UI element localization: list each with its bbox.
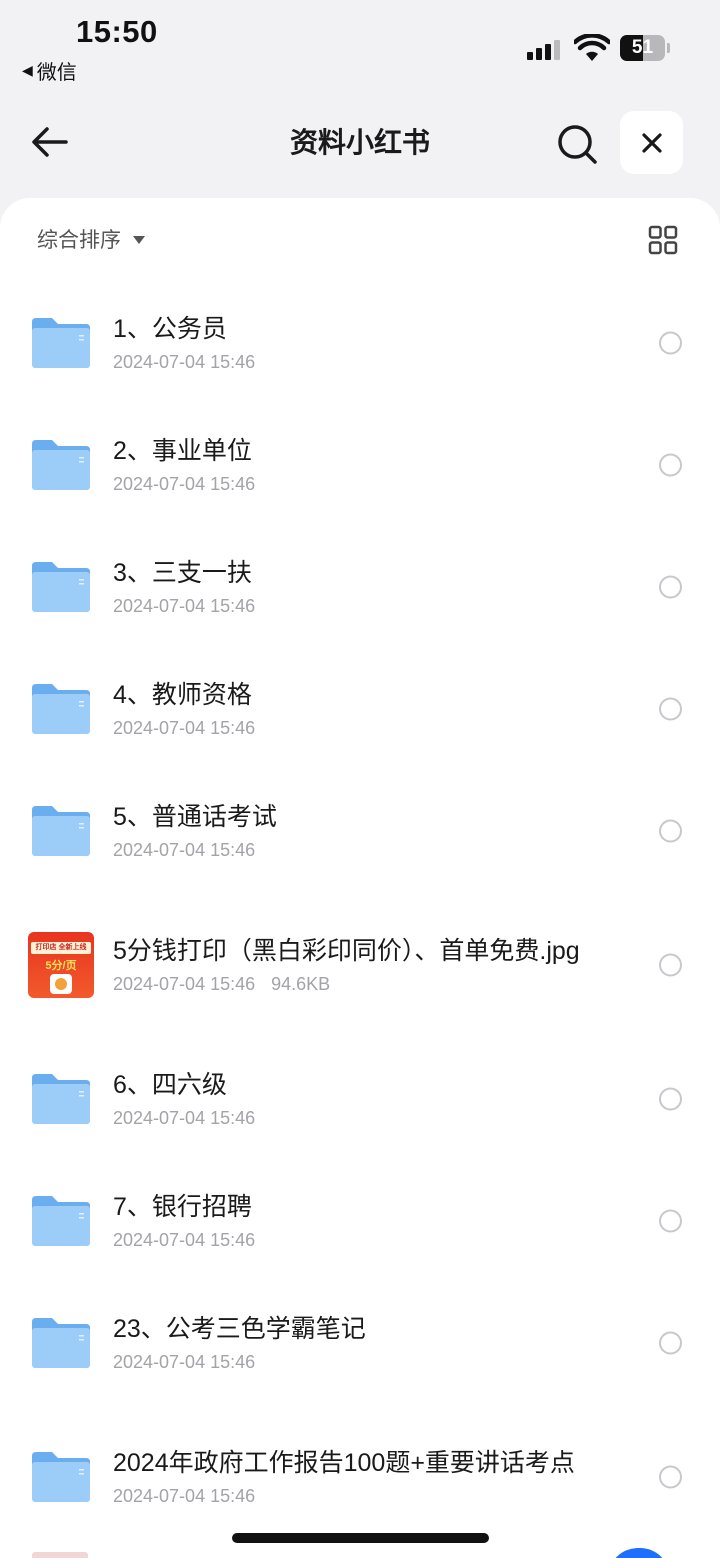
battery-icon: 51: [620, 35, 670, 61]
status-bar: 15:50 ◀ 微信 51: [0, 0, 720, 90]
file-meta: 2024-07-04 15:46: [113, 1105, 593, 1131]
file-meta: 2024-07-04 15:46: [113, 1227, 593, 1253]
file-date: 2024-07-04 15:46: [113, 1108, 256, 1128]
close-icon: [641, 132, 662, 153]
caret-down-icon: [133, 236, 145, 244]
select-radio[interactable]: [659, 575, 682, 599]
back-triangle-icon: ◀: [22, 62, 33, 78]
file-date: 2024-07-04 15:46: [113, 352, 256, 372]
file-date: 2024-07-04 15:46: [113, 1230, 256, 1250]
list-toolbar: 综合排序: [0, 198, 720, 282]
file-row[interactable]: 6、四六级 2024-07-04 15:46: [0, 1038, 720, 1160]
file-row[interactable]: 打印店 全新上线 5分/页 5分钱打印（黑白彩印同价）、首单免费.jpg 2024-0…: [0, 892, 720, 1038]
file-date: 2024-07-04 15:46: [113, 840, 256, 860]
folder-icon: [28, 1444, 94, 1510]
file-meta: 2024-07-04 15:46 94.6KB: [113, 971, 593, 997]
file-meta: 2024-07-04 15:46: [113, 349, 593, 375]
file-row[interactable]: 2024年政府工作报告100题+重要讲话考点 2024-07-04 15:46: [0, 1404, 720, 1550]
folder-icon: [28, 1066, 94, 1132]
file-row[interactable]: 2、事业单位 2024-07-04 15:46: [0, 404, 720, 526]
grid-view-icon[interactable]: [648, 225, 678, 255]
file-meta: 2024-07-04 15:46: [113, 471, 593, 497]
file-row[interactable]: 5、普通话考试 2024-07-04 15:46: [0, 770, 720, 892]
file-meta: 2024-07-04 15:46: [113, 1349, 593, 1375]
arrow-left-icon[interactable]: [30, 122, 70, 162]
sort-label: 综合排序: [37, 229, 121, 252]
file-row[interactable]: 7、银行招聘 2024-07-04 15:46: [0, 1160, 720, 1282]
select-radio[interactable]: [659, 819, 682, 843]
file-row[interactable]: 23、公考三色学霸笔记 2024-07-04 15:46: [0, 1282, 720, 1404]
file-name: 1、公务员: [113, 315, 227, 343]
battery-percent: 51: [631, 37, 654, 58]
file-list: 1、公务员 2024-07-04 15:46 2、事业单位 2024-07-04 15…: [0, 282, 720, 1550]
file-row[interactable]: 1、公务员 2024-07-04 15:46: [0, 282, 720, 404]
file-name: 6、四六级: [113, 1071, 227, 1099]
folder-icon: [28, 310, 94, 376]
file-meta: 2024-07-04 15:46: [113, 715, 593, 741]
select-radio[interactable]: [659, 1209, 682, 1233]
cellular-signal-icon: [527, 38, 563, 60]
select-radio[interactable]: [659, 697, 682, 721]
file-date: 2024-07-04 15:46: [113, 974, 256, 994]
file-sheet: 综合排序 1、公务员 2024-07-04 15:46 2、事业单位 2024-07-…: [0, 198, 720, 1558]
file-name: 5、普通话考试: [113, 803, 277, 831]
home-indicator: [232, 1533, 489, 1543]
file-date: 2024-07-04 15:46: [113, 1352, 256, 1372]
file-row[interactable]: 4、教师资格 2024-07-04 15:46: [0, 648, 720, 770]
folder-icon: [28, 798, 94, 864]
file-name: 4、教师资格: [113, 681, 252, 709]
file-meta: 2024-07-04 15:46: [113, 1483, 593, 1509]
file-size: 94.6KB: [271, 974, 331, 994]
select-radio[interactable]: [659, 1087, 682, 1111]
file-name: 23、公考三色学霸笔记: [113, 1315, 366, 1343]
search-icon[interactable]: [556, 123, 598, 165]
select-radio[interactable]: [659, 1465, 682, 1489]
file-name: 2、事业单位: [113, 437, 252, 465]
image-thumbnail: 打印店 全新上线 5分/页: [28, 932, 94, 998]
nav-bar: 资料小红书: [0, 100, 720, 188]
back-to-app[interactable]: ◀ 微信: [22, 56, 77, 85]
folder-icon: [28, 554, 94, 620]
select-radio[interactable]: [659, 1331, 682, 1355]
file-date: 2024-07-04 15:46: [113, 596, 256, 616]
file-date: 2024-07-04 15:46: [113, 718, 256, 738]
wifi-icon: [574, 34, 610, 61]
folder-icon: [28, 676, 94, 742]
select-radio[interactable]: [659, 953, 682, 977]
file-date: 2024-07-04 15:46: [113, 1486, 256, 1506]
sort-dropdown[interactable]: 综合排序: [37, 224, 145, 254]
status-time: 15:50: [76, 14, 158, 49]
folder-icon: [28, 1310, 94, 1376]
back-app-label: 微信: [36, 62, 77, 84]
select-radio[interactable]: [659, 331, 682, 355]
file-name: 3、三支一扶: [113, 559, 252, 587]
next-item-thumbnail: [32, 1552, 88, 1558]
page-title: 资料小红书: [289, 127, 430, 158]
file-name: 5分钱打印（黑白彩印同价）、首单免费.jpg: [113, 937, 580, 965]
file-meta: 2024-07-04 15:46: [113, 837, 593, 863]
file-meta: 2024-07-04 15:46: [113, 593, 593, 619]
file-name: 7、银行招聘: [113, 1193, 252, 1221]
select-radio[interactable]: [659, 453, 682, 477]
file-name: 2024年政府工作报告100题+重要讲话考点: [113, 1449, 575, 1477]
close-button[interactable]: [620, 111, 683, 174]
file-row[interactable]: 3、三支一扶 2024-07-04 15:46: [0, 526, 720, 648]
file-date: 2024-07-04 15:46: [113, 474, 256, 494]
folder-icon: [28, 1188, 94, 1254]
folder-icon: [28, 432, 94, 498]
